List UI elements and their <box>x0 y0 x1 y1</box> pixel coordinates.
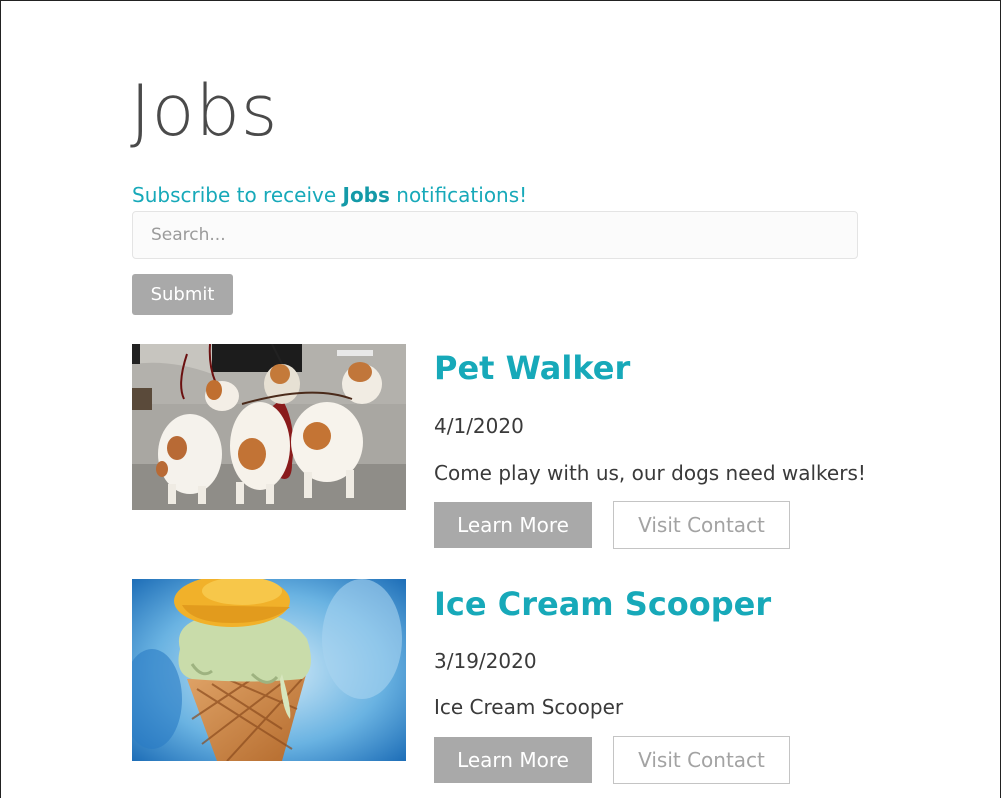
job-image-ice-cream-scooper[interactable] <box>132 579 406 761</box>
subscribe-emphasis: Jobs <box>342 183 390 207</box>
job-image-pet-walker[interactable] <box>132 344 406 510</box>
search-input[interactable] <box>132 211 858 259</box>
job-date: 3/19/2020 <box>434 649 537 673</box>
page-title: Jobs <box>130 70 279 152</box>
subscribe-suffix: notifications! <box>389 183 528 207</box>
job-title[interactable]: Ice Cream Scooper <box>434 588 771 620</box>
dogs-photo <box>132 344 406 510</box>
job-date: 4/1/2020 <box>434 414 524 438</box>
job-card: Ice Cream Scooper 3/19/2020 Ice Cream Sc… <box>132 579 992 789</box>
subscribe-text: Subscribe to receive Jobs notifications! <box>132 183 527 207</box>
learn-more-button[interactable]: Learn More <box>434 737 592 783</box>
visit-contact-button[interactable]: Visit Contact <box>613 736 790 784</box>
submit-button[interactable]: Submit <box>132 274 233 315</box>
ice-cream-photo <box>132 579 406 761</box>
job-card: Pet Walker 4/1/2020 Come play with us, o… <box>132 344 992 554</box>
job-description: Come play with us, our dogs need walkers… <box>434 461 866 485</box>
job-title[interactable]: Pet Walker <box>434 352 630 384</box>
subscribe-prefix: Subscribe to receive <box>132 183 343 207</box>
job-description: Ice Cream Scooper <box>434 695 624 719</box>
learn-more-button[interactable]: Learn More <box>434 502 592 548</box>
visit-contact-button[interactable]: Visit Contact <box>613 501 790 549</box>
